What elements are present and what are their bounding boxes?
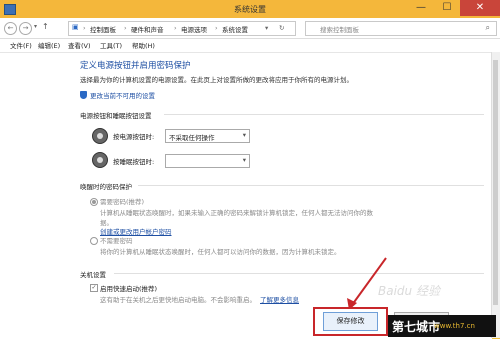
arrow-shaft (351, 257, 387, 306)
site-logo: 第七城市 www.th7.cn (388, 315, 496, 337)
save-button-highlight: 保存修改 (313, 307, 388, 336)
control-panel-window: 系统设置 — ☐ ✕ ← → ▾ ↑ ▣ › 控制面板 › 硬件和声音 › 电源… (0, 0, 500, 339)
save-button[interactable]: 保存修改 (323, 312, 378, 331)
annotation-arrow (347, 257, 387, 310)
site-logo-main: 第七城市 (392, 320, 441, 334)
site-logo-url: www.th7.cn (434, 322, 475, 330)
